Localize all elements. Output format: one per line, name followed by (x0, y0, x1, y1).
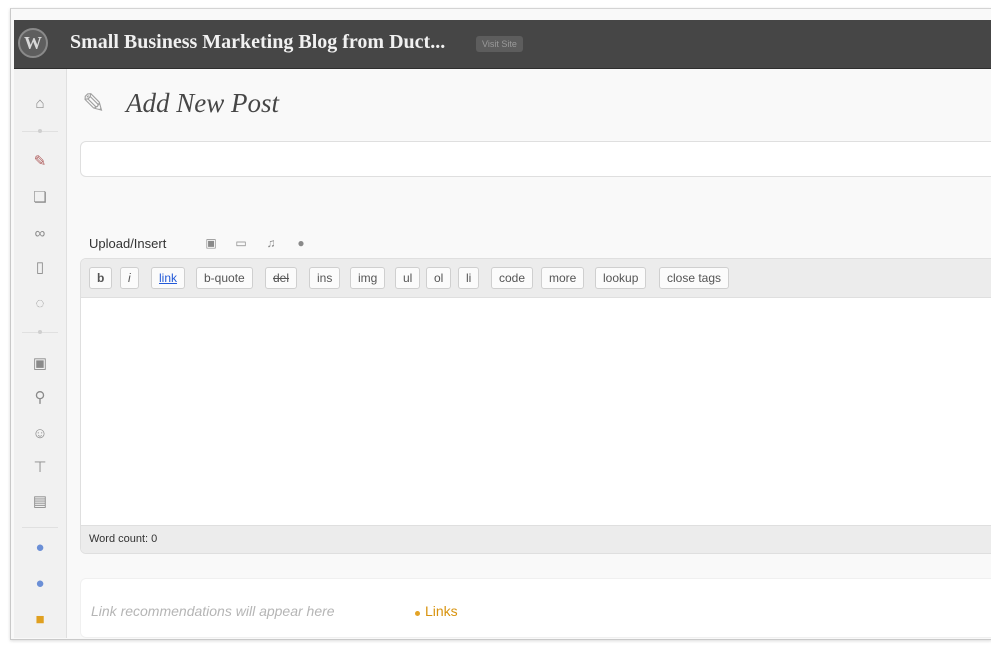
link-recommendations-box: Link recommendations will appear here Li… (80, 578, 991, 638)
sidebar-separator-dot (38, 330, 42, 334)
qt-img-button[interactable]: img (350, 267, 386, 289)
plugin-sphere-icon-2[interactable]: ● (29, 573, 51, 595)
pages-icon[interactable]: ▯ (29, 257, 51, 279)
qt-code-button[interactable]: code (491, 267, 534, 289)
wordpress-logo-icon[interactable]: W (18, 28, 48, 58)
sidebar-separator-dot (38, 129, 42, 133)
qt-del-button[interactable]: del (265, 267, 298, 289)
qt-lookup-button[interactable]: lookup (595, 267, 647, 289)
tools-icon[interactable]: ⊤ (29, 457, 51, 479)
add-video-icon[interactable]: ▭ (234, 236, 248, 250)
sidebar-separator (22, 527, 58, 528)
post-editor[interactable]: b i link b-quote del ins img ul ol li co… (80, 258, 991, 554)
quicktags-toolbar: b i link b-quote del ins img ul ol li co… (81, 259, 991, 298)
comments-icon[interactable]: ◌ (29, 293, 51, 315)
plugin-sphere-icon[interactable]: ● (29, 537, 51, 559)
post-title-input[interactable] (80, 141, 991, 177)
qt-close-tags-button[interactable]: close tags (659, 267, 730, 289)
upload-insert-label: Upload/Insert (89, 236, 167, 251)
link-recommendations-text: Link recommendations will appear here (91, 603, 335, 619)
qt-link-button[interactable]: link (151, 267, 186, 289)
users-icon[interactable]: ☺ (29, 423, 51, 445)
appearance-icon[interactable]: ▣ (29, 353, 51, 375)
settings-icon[interactable]: ▤ (29, 491, 51, 513)
page-title: Add New Post (126, 88, 279, 118)
qt-bold-button[interactable]: b (89, 267, 113, 289)
word-count: Word count: 0 (89, 533, 158, 545)
links-bullet-icon (415, 611, 420, 616)
add-image-icon[interactable]: ▣ (204, 236, 218, 250)
add-media-icon[interactable]: ● (294, 236, 308, 250)
qt-ins-button[interactable]: ins (309, 267, 341, 289)
links-tab[interactable]: Links (425, 603, 458, 619)
qt-italic-button[interactable]: i (120, 267, 139, 289)
qt-bquote-button[interactable]: b-quote (196, 267, 253, 289)
links-icon[interactable]: ∞ (29, 223, 51, 245)
pushpin-icon: ✎ (82, 88, 106, 119)
plugins-icon[interactable]: ⚲ (29, 387, 51, 409)
qt-ol-button[interactable]: ol (426, 267, 452, 289)
media-icon[interactable]: ❏ (29, 187, 51, 209)
qt-ul-button[interactable]: ul (395, 267, 421, 289)
lock-icon[interactable]: ■ (29, 609, 51, 631)
posts-pin-icon[interactable]: ✎ (29, 151, 51, 173)
qt-li-button[interactable]: li (458, 267, 480, 289)
add-audio-icon[interactable]: ♫ (264, 236, 278, 250)
admin-sidebar: ⌂ ✎ ❏ ∞ ▯ ◌ ▣ ⚲ ☺ ⊤ ▤ ● ● ■ (14, 69, 67, 638)
qt-more-button[interactable]: more (541, 267, 585, 289)
admin-bar: W Small Business Marketing Blog from Duc… (14, 20, 991, 69)
visit-site-button[interactable]: Visit Site (476, 36, 523, 52)
site-title[interactable]: Small Business Marketing Blog from Duct.… (70, 31, 445, 54)
home-icon[interactable]: ⌂ (29, 93, 51, 115)
editor-status-bar: Word count: 0 (81, 525, 991, 553)
